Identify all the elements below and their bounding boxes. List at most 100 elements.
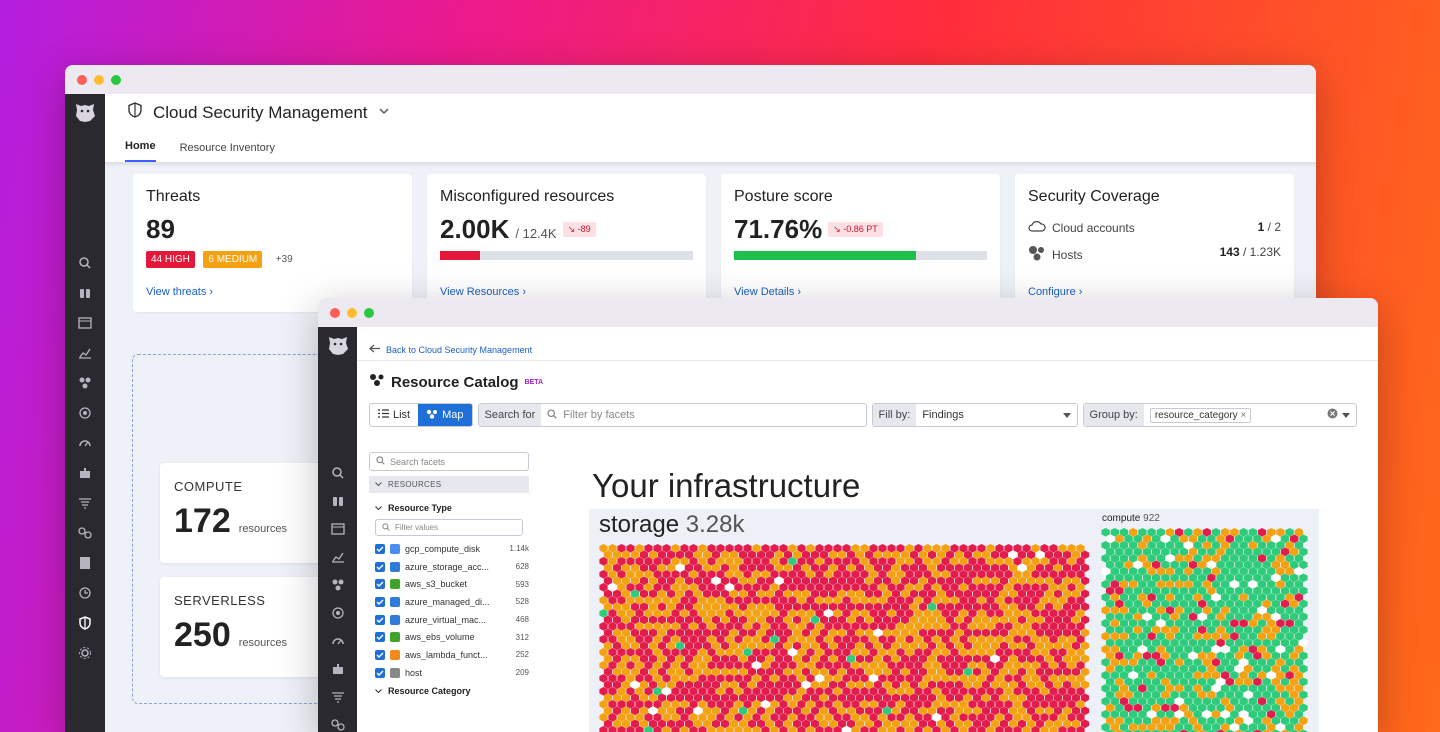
- resource-hex[interactable]: [932, 570, 941, 579]
- resource-hex[interactable]: [1248, 541, 1257, 550]
- resource-hex[interactable]: [1294, 580, 1303, 589]
- resource-hex[interactable]: [765, 550, 775, 560]
- resource-hex[interactable]: [711, 576, 721, 586]
- resource-hex[interactable]: [1179, 573, 1188, 583]
- resource-hex[interactable]: [900, 719, 910, 729]
- resource-hex[interactable]: [909, 654, 919, 664]
- resource-hex[interactable]: [1067, 583, 1076, 592]
- resource-hex[interactable]: [680, 570, 689, 579]
- resource-hex[interactable]: [1013, 596, 1022, 605]
- resource-hex[interactable]: [833, 687, 842, 696]
- resource-hex[interactable]: [1253, 599, 1262, 609]
- resource-hex[interactable]: [1290, 638, 1299, 648]
- resource-hex[interactable]: [1138, 541, 1147, 550]
- resource-hex[interactable]: [1234, 638, 1244, 648]
- resource-hex[interactable]: [1216, 690, 1225, 700]
- resource-hex[interactable]: [1017, 550, 1027, 560]
- resource-hex[interactable]: [968, 661, 977, 670]
- resource-hex[interactable]: [887, 544, 896, 553]
- resource-hex[interactable]: [869, 544, 878, 553]
- resource-hex[interactable]: [878, 570, 887, 579]
- resource-hex[interactable]: [990, 550, 1000, 560]
- resource-hex[interactable]: [905, 583, 914, 592]
- resource-hex[interactable]: [1253, 716, 1262, 726]
- tab-resource-inventory[interactable]: Resource Inventory: [180, 142, 275, 162]
- resource-hex[interactable]: [716, 609, 725, 618]
- resource-hex[interactable]: [851, 635, 860, 644]
- resource-hex[interactable]: [1152, 677, 1161, 687]
- resource-hex[interactable]: [1058, 570, 1067, 579]
- resource-hex[interactable]: [941, 700, 950, 709]
- resource-hex[interactable]: [1044, 589, 1054, 599]
- resource-hex[interactable]: [752, 596, 761, 605]
- resource-hex[interactable]: [734, 674, 743, 683]
- resource-hex[interactable]: [1267, 619, 1276, 628]
- resource-hex[interactable]: [1207, 534, 1216, 544]
- resource-hex[interactable]: [1294, 645, 1303, 654]
- resource-hex[interactable]: [1202, 580, 1211, 589]
- resource-hex[interactable]: [869, 674, 878, 683]
- resource-hex[interactable]: [810, 615, 820, 625]
- resource-hex[interactable]: [684, 550, 694, 560]
- resource-hex[interactable]: [1299, 625, 1308, 635]
- resource-hex[interactable]: [918, 706, 928, 716]
- resource-hex[interactable]: [1230, 710, 1239, 719]
- resource-hex[interactable]: [1110, 554, 1119, 563]
- resource-hex[interactable]: [1234, 690, 1244, 700]
- resource-hex[interactable]: [873, 563, 883, 573]
- resource-hex[interactable]: [864, 654, 874, 664]
- resource-hex[interactable]: [999, 576, 1009, 586]
- resource-hex[interactable]: [779, 583, 788, 592]
- resource-hex[interactable]: [698, 674, 707, 683]
- resource-hex[interactable]: [990, 589, 1000, 599]
- resource-hex[interactable]: [909, 576, 919, 586]
- resource-hex[interactable]: [1221, 567, 1230, 576]
- resource-hex[interactable]: [936, 563, 946, 573]
- resource-hex[interactable]: [869, 622, 878, 631]
- resource-hex[interactable]: [1221, 554, 1230, 563]
- resource-hex[interactable]: [990, 563, 1000, 573]
- resource-hex[interactable]: [837, 680, 847, 690]
- resource-hex[interactable]: [1230, 723, 1239, 732]
- resource-hex[interactable]: [630, 615, 640, 625]
- resource-hex[interactable]: [878, 609, 887, 618]
- resource-hex[interactable]: [878, 713, 887, 722]
- resource-hex[interactable]: [1138, 645, 1147, 654]
- resource-hex[interactable]: [1299, 586, 1308, 596]
- resource-hex[interactable]: [1110, 593, 1119, 602]
- resource-hex[interactable]: [855, 706, 865, 716]
- resource-hex[interactable]: [612, 654, 622, 664]
- resource-hex[interactable]: [1133, 690, 1142, 700]
- resource-hex[interactable]: [1262, 560, 1271, 570]
- resource-hex[interactable]: [927, 706, 937, 716]
- resource-hex[interactable]: [756, 706, 766, 716]
- resource-hex[interactable]: [792, 654, 802, 664]
- resource-hex[interactable]: [1067, 596, 1076, 605]
- resource-hex[interactable]: [1193, 723, 1202, 732]
- resource-hex[interactable]: [671, 609, 680, 618]
- resource-hex[interactable]: [662, 687, 671, 696]
- resource-hex[interactable]: [896, 713, 905, 722]
- resource-hex[interactable]: [797, 713, 806, 722]
- resource-hex[interactable]: [729, 667, 739, 677]
- resource-hex[interactable]: [860, 609, 869, 618]
- resource-hex[interactable]: [1008, 576, 1018, 586]
- resource-hex[interactable]: [1202, 541, 1211, 550]
- resource-hex[interactable]: [1248, 554, 1257, 563]
- resource-hex[interactable]: [698, 713, 707, 722]
- resource-hex[interactable]: [1239, 658, 1248, 667]
- resource-hex[interactable]: [1142, 625, 1152, 635]
- back-link[interactable]: Back to Cloud Security Management: [357, 327, 1378, 361]
- resource-hex[interactable]: [1138, 723, 1147, 732]
- resource-hex[interactable]: [1276, 632, 1285, 641]
- resource-hex[interactable]: [729, 693, 739, 703]
- resource-hex[interactable]: [1076, 596, 1085, 605]
- resource-hex[interactable]: [734, 544, 743, 553]
- resource-hex[interactable]: [819, 641, 829, 651]
- resource-hex[interactable]: [900, 654, 910, 664]
- resource-hex[interactable]: [1207, 677, 1216, 687]
- resource-hex[interactable]: [1225, 625, 1234, 635]
- resource-hex[interactable]: [914, 609, 923, 618]
- resource-hex[interactable]: [972, 550, 982, 560]
- resource-hex[interactable]: [752, 661, 761, 670]
